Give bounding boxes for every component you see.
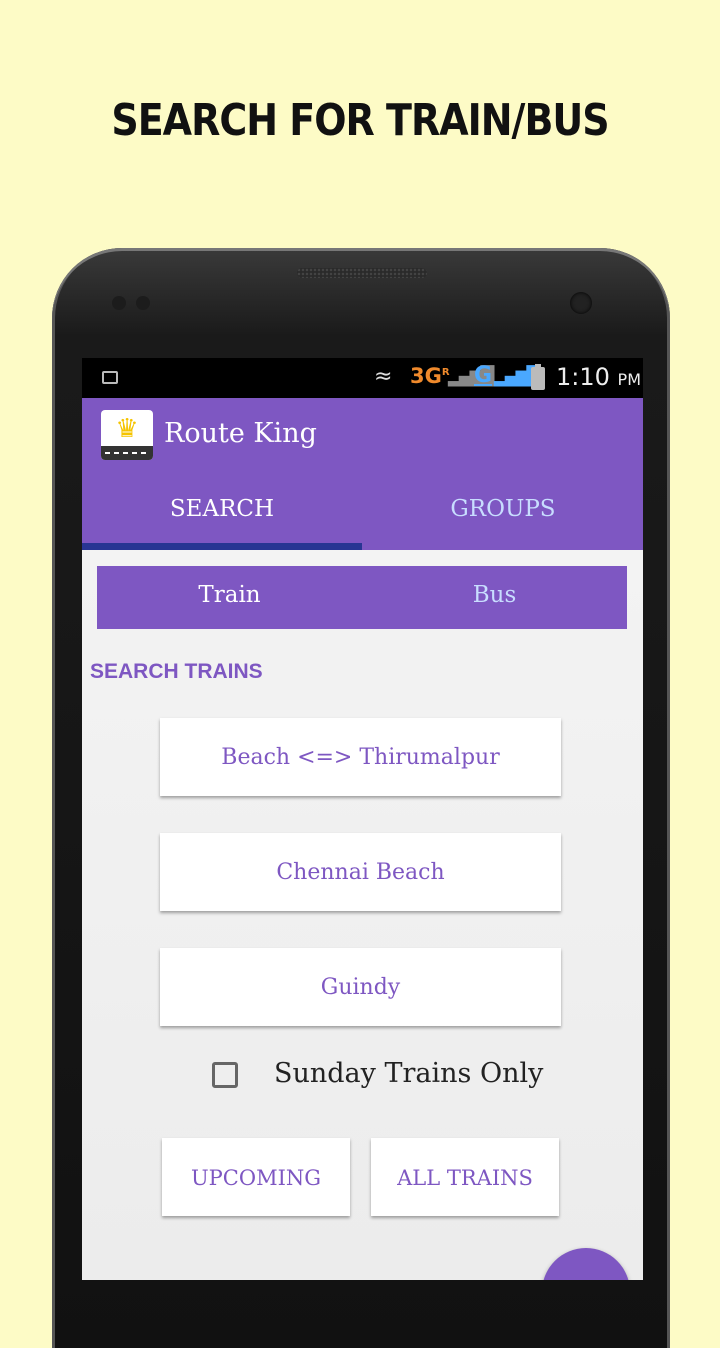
sunday-only-label[interactable]: Sunday Trains Only (274, 1058, 543, 1089)
route-selector[interactable]: Beach <=> Thirumalpur (160, 718, 561, 796)
crown-icon: ♛ (101, 410, 153, 460)
battery-icon (531, 364, 545, 390)
upcoming-button[interactable]: UPCOMING (162, 1138, 350, 1216)
image-icon (102, 371, 118, 384)
tab-indicator (82, 543, 362, 550)
promo-title: SEARCH FOR TRAIN/BUS (111, 94, 609, 146)
network-g-label: G (474, 363, 493, 388)
tab-search[interactable]: SEARCH (82, 496, 362, 522)
wifi-icon: ≈ (374, 364, 393, 389)
tab-groups[interactable]: GROUPS (363, 496, 643, 522)
light-sensor (136, 296, 150, 310)
earpiece-speaker (297, 268, 427, 278)
mode-train-button[interactable]: Train (97, 582, 362, 608)
front-camera (570, 292, 592, 314)
phone-screen: ≈ 3GR ▂▄▆█ G ▂▄▆█ 1:10 PM ♛ Route King S… (82, 358, 643, 1280)
to-station-selector[interactable]: Guindy (160, 948, 561, 1026)
mode-toggle: Train Bus (97, 566, 627, 629)
app-bar: ♛ Route King SEARCH GROUPS (82, 398, 643, 550)
mode-bus-button[interactable]: Bus (362, 582, 627, 608)
network-3g-label: 3GR (410, 364, 450, 388)
clock: 1:10 PM (556, 363, 641, 391)
proximity-sensor (112, 296, 126, 310)
all-trains-button[interactable]: ALL TRAINS (371, 1138, 559, 1216)
app-title: Route King (164, 418, 317, 449)
sunday-only-checkbox[interactable] (212, 1062, 238, 1088)
status-bar: ≈ 3GR ▂▄▆█ G ▂▄▆█ 1:10 PM (82, 358, 643, 398)
from-station-selector[interactable]: Chennai Beach (160, 833, 561, 911)
floating-action-button[interactable] (542, 1248, 630, 1280)
section-title: SEARCH TRAINS (90, 660, 263, 683)
